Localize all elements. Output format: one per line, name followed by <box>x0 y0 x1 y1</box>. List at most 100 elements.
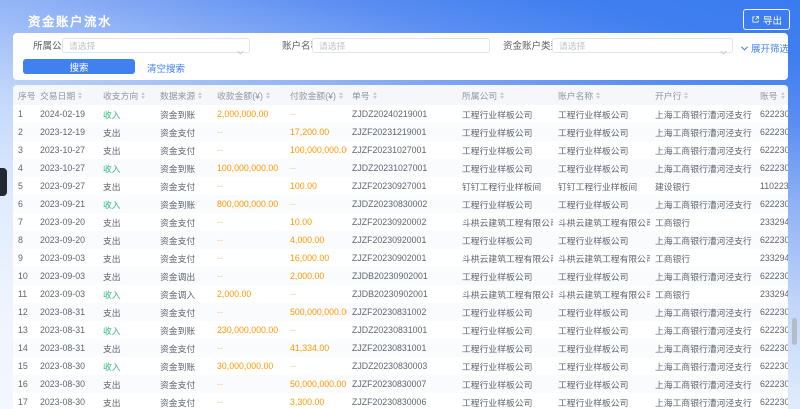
export-icon <box>751 15 760 24</box>
column-header-2[interactable]: 收支方向 <box>98 85 155 105</box>
drawer-handle[interactable] <box>0 168 7 196</box>
table-cell: 收入 <box>98 195 155 213</box>
table-cell: 钉钉工程行业样板间 <box>457 177 553 195</box>
sort-icon[interactable] <box>596 92 600 99</box>
table-cell: 15 <box>13 357 35 375</box>
export-label: 导出 <box>763 13 782 27</box>
table-cell: 资金支付 <box>155 393 212 409</box>
table-cell: 上海工商银行漕河泾支行 <box>650 267 755 285</box>
column-header-6[interactable]: 单号 <box>347 85 457 105</box>
table-cell: 支出 <box>98 123 155 141</box>
table-cell: 资金到账 <box>155 105 212 123</box>
sort-icon[interactable] <box>198 92 202 99</box>
sort-icon[interactable] <box>373 92 377 99</box>
table-cell: 工程行业样板公司 <box>457 303 553 321</box>
search-button[interactable]: 搜索 <box>23 59 135 74</box>
sort-icon[interactable] <box>781 92 785 99</box>
table-cell: 支出 <box>98 393 155 409</box>
column-header-10[interactable]: 账号 <box>755 85 788 105</box>
table-row: 162023-08-30支出资金支付--50,000,000.00ZJZF202… <box>13 375 788 393</box>
sort-icon[interactable] <box>266 92 270 99</box>
sort-icon[interactable] <box>684 92 688 99</box>
table-cell: 622230111 <box>755 303 788 321</box>
table-cell: 上海工商银行漕河泾支行 <box>650 195 755 213</box>
table-cell: -- <box>212 177 285 195</box>
table-cell: 622230111 <box>755 375 788 393</box>
column-header-3[interactable]: 数据来源 <box>155 85 212 105</box>
table-cell: 斗栱云建筑工程有限公司 <box>457 285 553 303</box>
expand-filters-link[interactable]: 展开筛选 <box>740 41 789 55</box>
table-row: 112023-09-03收入资金调入2,000.00--ZJDB20230902… <box>13 285 788 303</box>
table-cell: 622230111 <box>755 267 788 285</box>
table-cell: 工商银行 <box>650 213 755 231</box>
column-label: 单号 <box>352 89 370 102</box>
column-header-1[interactable]: 交易日期 <box>35 85 98 105</box>
clear-search-link[interactable]: 清空搜索 <box>147 61 185 75</box>
table-cell: 工程行业样板公司 <box>553 267 650 285</box>
table-row: 12024-02-19收入资金到账2,000,000.00--ZJDZ20240… <box>13 105 788 123</box>
table-cell: 资金支付 <box>155 303 212 321</box>
table-cell: 工程行业样板公司 <box>553 105 650 123</box>
company-select-input[interactable] <box>69 41 235 51</box>
table-cell: 2,000,000.00 <box>212 105 285 123</box>
column-header-4[interactable]: 收款金额(¥) <box>212 85 285 105</box>
table-cell: 上海工商银行漕河泾支行 <box>650 339 755 357</box>
table-cell: 5 <box>13 177 35 195</box>
table-cell: 100,000,000.00 <box>285 141 347 159</box>
table-cell: 资金到账 <box>155 159 212 177</box>
table-row: 172023-08-30支出资金支付--3,300.00ZJZF20230830… <box>13 393 788 409</box>
column-header-9[interactable]: 开户行 <box>650 85 755 105</box>
sort-icon[interactable] <box>339 92 343 99</box>
table-cell: -- <box>212 393 285 409</box>
table-cell: 工程行业样板公司 <box>457 123 553 141</box>
column-label: 数据来源 <box>160 89 195 102</box>
column-label: 付款金额(¥) <box>290 89 336 102</box>
table-row: 132023-08-31收入资金到账230,000,000.00--ZJDZ20… <box>13 321 788 339</box>
table-cell: 资金到账 <box>155 357 212 375</box>
table-cell: 2023-09-21 <box>35 195 98 213</box>
account-type-select-input[interactable] <box>559 41 718 51</box>
scrollbar-thumb[interactable] <box>792 318 797 345</box>
table-cell: 2024-02-19 <box>35 105 98 123</box>
table-cell: 2023-08-31 <box>35 303 98 321</box>
table-cell: 2023-09-20 <box>35 231 98 249</box>
column-label: 账户名称 <box>558 89 593 102</box>
table-cell: 622230111 <box>755 339 788 357</box>
table-cell: 2023-09-20 <box>35 213 98 231</box>
column-header-8[interactable]: 账户名称 <box>553 85 650 105</box>
flow-table-panel: 序号交易日期收支方向数据来源收款金额(¥)付款金额(¥)单号所属公司账户名称开户… <box>13 85 788 409</box>
table-cell: 工程行业样板公司 <box>553 303 650 321</box>
table-cell: 500,000,000.00 <box>285 303 347 321</box>
table-cell: ZJZF20230902001 <box>347 249 457 267</box>
table-cell: 支出 <box>98 177 155 195</box>
table-cell: 622230111 <box>755 321 788 339</box>
sort-icon[interactable] <box>141 92 145 99</box>
table-cell: 622230111 <box>755 159 788 177</box>
table-cell: ZJZF20231219001 <box>347 123 457 141</box>
column-header-7[interactable]: 所属公司 <box>457 85 553 105</box>
account-type-select[interactable] <box>552 38 733 53</box>
table-cell: 4 <box>13 159 35 177</box>
table-cell: 工程行业样板公司 <box>457 357 553 375</box>
table-cell: 2023-08-30 <box>35 393 98 409</box>
table-cell: 17 <box>13 393 35 409</box>
table-cell: 23329499 <box>755 285 788 303</box>
export-button[interactable]: 导出 <box>743 9 790 30</box>
table-cell: 建设银行 <box>650 177 755 195</box>
table-cell: ZJZF20230920002 <box>347 213 457 231</box>
company-select[interactable] <box>62 38 250 53</box>
table-cell: 资金支付 <box>155 141 212 159</box>
table-cell: 3,300.00 <box>285 393 347 409</box>
sort-icon[interactable] <box>78 92 82 99</box>
account-name-input-wrap[interactable] <box>312 38 490 53</box>
account-name-input[interactable] <box>319 41 483 51</box>
table-cell: 上海工商银行漕河泾支行 <box>650 123 755 141</box>
table-cell: 工程行业样板公司 <box>457 393 553 409</box>
column-label: 所属公司 <box>462 89 497 102</box>
table-cell: 资金调入 <box>155 285 212 303</box>
column-header-5[interactable]: 付款金额(¥) <box>285 85 347 105</box>
sort-icon[interactable] <box>500 92 504 99</box>
table-cell: 斗栱云建筑工程有限公司 <box>457 249 553 267</box>
table-cell: 16 <box>13 375 35 393</box>
table-cell: 资金到账 <box>155 195 212 213</box>
